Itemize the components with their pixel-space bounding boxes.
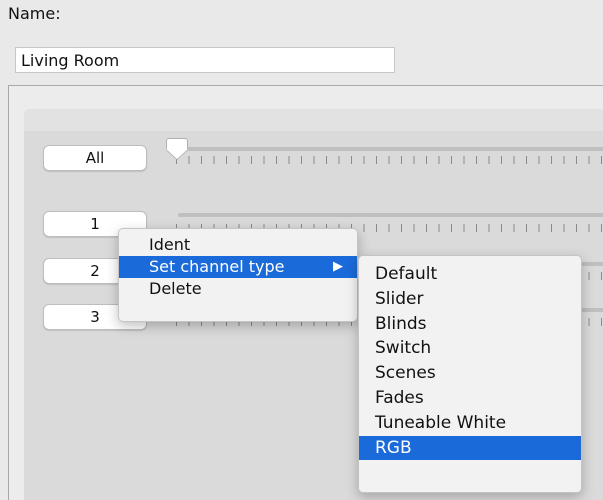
submenu-item-label: RGB <box>375 437 412 458</box>
submenu-item-label: Scenes <box>375 363 436 384</box>
submenu-item-blinds[interactable]: Blinds <box>359 312 581 337</box>
submenu-item-fades[interactable]: Fades <box>359 386 581 411</box>
submenu-item-scenes[interactable]: Scenes <box>359 361 581 386</box>
submenu-arrow-icon: ▶ <box>333 259 343 274</box>
submenu-item-rgb[interactable]: RGB <box>359 435 581 461</box>
slider-track-1[interactable] <box>178 213 603 217</box>
submenu-item-label: Tuneable White <box>375 412 507 433</box>
submenu-item-default[interactable]: Default <box>359 262 581 287</box>
submenu-item-label: Default <box>375 264 438 284</box>
submenu-item-label: Fades <box>375 387 424 408</box>
submenu-item-tuneable-white[interactable]: Tuneable White <box>359 411 581 436</box>
menu-item-delete[interactable]: Delete <box>119 278 357 300</box>
slider-track-all[interactable] <box>178 147 603 151</box>
submenu-item-slider[interactable]: Slider <box>359 287 581 312</box>
name-label: Name: <box>8 4 61 23</box>
menu-item-ident[interactable]: Ident <box>119 234 357 256</box>
slider-thumb-tip <box>166 149 188 159</box>
channel-context-menu: Ident Set channel type ▶ Delete <box>118 228 358 322</box>
slider-ticks-all <box>176 156 603 164</box>
menu-item-label: Ident <box>149 235 191 254</box>
channel-type-submenu: Default Slider Blinds Switch Scenes Fade… <box>358 255 582 493</box>
window-root: Name: All 1 2 3 Ident Set channel type ▶… <box>0 0 603 500</box>
menu-item-label: Delete <box>149 279 202 298</box>
submenu-item-label: Slider <box>375 288 424 309</box>
name-input[interactable] <box>15 47 395 73</box>
submenu-item-switch[interactable]: Switch <box>359 336 581 361</box>
menu-item-label: Set channel type <box>149 257 285 276</box>
submenu-item-label: Switch <box>375 338 432 359</box>
submenu-item-label: Blinds <box>375 313 427 334</box>
channels-panel-header <box>24 109 603 131</box>
channel-button-all[interactable]: All <box>43 145 147 171</box>
menu-item-set-channel-type[interactable]: Set channel type ▶ <box>119 256 357 278</box>
